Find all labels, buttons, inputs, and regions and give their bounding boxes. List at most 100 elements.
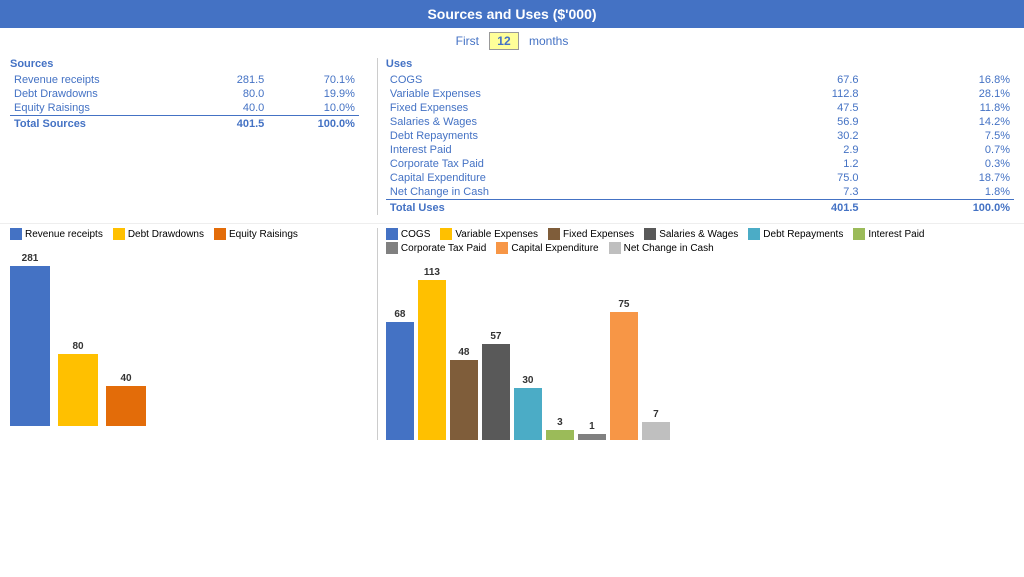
bar-value-label: 30 bbox=[522, 375, 533, 386]
bar-group: 40 bbox=[106, 373, 146, 426]
uses-row-label: Debt Repayments bbox=[386, 129, 744, 143]
bar bbox=[610, 312, 638, 440]
bar-value-label: 80 bbox=[72, 341, 83, 352]
uses-row-value: 56.9 bbox=[744, 115, 863, 129]
bar bbox=[642, 422, 670, 440]
bar bbox=[106, 386, 146, 426]
legend-color bbox=[386, 228, 398, 240]
legend-color bbox=[386, 242, 398, 254]
bar-group: 281 bbox=[10, 253, 50, 426]
sources-row: Revenue receipts281.570.1% bbox=[10, 73, 359, 87]
months-label-before: First bbox=[456, 34, 479, 48]
legend-item: Fixed Expenses bbox=[548, 228, 634, 240]
uses-row-label: Net Change in Cash bbox=[386, 185, 744, 200]
sources-row-pct: 70.1% bbox=[268, 73, 359, 87]
legend-color bbox=[548, 228, 560, 240]
legend-item: COGS bbox=[386, 228, 430, 240]
bar bbox=[386, 322, 414, 440]
bar-value-label: 1 bbox=[589, 421, 595, 432]
bar-group: 1 bbox=[578, 421, 606, 440]
uses-row: Interest Paid2.90.7% bbox=[386, 143, 1014, 157]
bar bbox=[578, 434, 606, 440]
right-bar-chart: 6811348573031757 bbox=[386, 260, 1014, 440]
bar-value-label: 3 bbox=[557, 417, 563, 428]
legend-item: Corporate Tax Paid bbox=[386, 242, 486, 254]
content-area: Sources Revenue receipts281.570.1%Debt D… bbox=[0, 54, 1024, 219]
bar-value-label: 57 bbox=[490, 331, 501, 342]
vertical-divider bbox=[377, 58, 378, 215]
sources-row-value: 80.0 bbox=[197, 87, 268, 101]
legend-label: COGS bbox=[401, 229, 430, 240]
bar-value-label: 68 bbox=[394, 309, 405, 320]
sources-total-value: 401.5 bbox=[197, 116, 268, 132]
uses-row-pct: 0.7% bbox=[863, 143, 1014, 157]
right-legend: COGSVariable ExpensesFixed ExpensesSalar… bbox=[386, 228, 1014, 254]
bar bbox=[514, 388, 542, 440]
bar-group: 57 bbox=[482, 331, 510, 440]
sources-row: Debt Drawdowns80.019.9% bbox=[10, 87, 359, 101]
sources-total-pct: 100.0% bbox=[268, 116, 359, 132]
uses-row-pct: 16.8% bbox=[863, 73, 1014, 87]
bar bbox=[450, 360, 478, 440]
legend-item: Equity Raisings bbox=[214, 228, 298, 240]
uses-row-value: 47.5 bbox=[744, 101, 863, 115]
bar bbox=[482, 344, 510, 440]
legend-color bbox=[748, 228, 760, 240]
uses-row-label: Interest Paid bbox=[386, 143, 744, 157]
main-title: Sources and Uses ($'000) bbox=[0, 0, 1024, 28]
uses-row-value: 7.3 bbox=[744, 185, 863, 200]
sources-row-pct: 19.9% bbox=[268, 87, 359, 101]
bar-value-label: 40 bbox=[120, 373, 131, 384]
uses-total-value: 401.5 bbox=[744, 200, 863, 216]
uses-row-pct: 28.1% bbox=[863, 87, 1014, 101]
sources-row-value: 40.0 bbox=[197, 101, 268, 116]
legend-color bbox=[644, 228, 656, 240]
bar-group: 75 bbox=[610, 299, 638, 440]
bar-group: 48 bbox=[450, 347, 478, 440]
uses-title: Uses bbox=[386, 58, 1014, 70]
legend-label: Interest Paid bbox=[868, 229, 924, 240]
sources-row-label: Revenue receipts bbox=[10, 73, 197, 87]
legend-color bbox=[496, 242, 508, 254]
uses-row-pct: 7.5% bbox=[863, 129, 1014, 143]
legend-item: Variable Expenses bbox=[440, 228, 538, 240]
legend-label: Corporate Tax Paid bbox=[401, 243, 486, 254]
uses-total-label: Total Uses bbox=[386, 200, 744, 216]
legend-item: Capital Expenditure bbox=[496, 242, 598, 254]
months-input[interactable]: 12 bbox=[489, 32, 519, 50]
bar-group: 113 bbox=[418, 267, 446, 440]
uses-row-label: Variable Expenses bbox=[386, 87, 744, 101]
uses-row: Corporate Tax Paid1.20.3% bbox=[386, 157, 1014, 171]
sources-table: Revenue receipts281.570.1%Debt Drawdowns… bbox=[10, 73, 359, 131]
sources-row-value: 281.5 bbox=[197, 73, 268, 87]
legend-label: Equity Raisings bbox=[229, 229, 298, 240]
chart-divider bbox=[377, 228, 378, 440]
bar-value-label: 48 bbox=[458, 347, 469, 358]
bar bbox=[58, 354, 98, 426]
left-legend: Revenue receiptsDebt DrawdownsEquity Rai… bbox=[10, 228, 359, 240]
uses-row-value: 67.6 bbox=[744, 73, 863, 87]
left-bar-chart: 281 80 40 bbox=[10, 246, 359, 426]
sources-total-label: Total Sources bbox=[10, 116, 197, 132]
legend-item: Revenue receipts bbox=[10, 228, 103, 240]
uses-row-value: 75.0 bbox=[744, 171, 863, 185]
uses-row-value: 2.9 bbox=[744, 143, 863, 157]
legend-color bbox=[113, 228, 125, 240]
legend-item: Interest Paid bbox=[853, 228, 924, 240]
sources-title: Sources bbox=[10, 58, 359, 70]
right-chart: COGSVariable ExpensesFixed ExpensesSalar… bbox=[386, 228, 1014, 440]
bar-group: 80 bbox=[58, 341, 98, 426]
legend-label: Capital Expenditure bbox=[511, 243, 598, 254]
charts-area: Revenue receiptsDebt DrawdownsEquity Rai… bbox=[0, 223, 1024, 440]
months-row: First 12 months bbox=[0, 28, 1024, 54]
months-label-after: months bbox=[529, 34, 568, 48]
legend-label: Net Change in Cash bbox=[624, 243, 714, 254]
uses-row: Net Change in Cash7.31.8% bbox=[386, 185, 1014, 200]
uses-row-value: 1.2 bbox=[744, 157, 863, 171]
uses-row-pct: 1.8% bbox=[863, 185, 1014, 200]
uses-section: Uses COGS67.616.8%Variable Expenses112.8… bbox=[386, 58, 1014, 215]
uses-row: Capital Expenditure75.018.7% bbox=[386, 171, 1014, 185]
sources-section: Sources Revenue receipts281.570.1%Debt D… bbox=[10, 58, 369, 215]
legend-label: Debt Repayments bbox=[763, 229, 843, 240]
uses-row: Salaries & Wages56.914.2% bbox=[386, 115, 1014, 129]
